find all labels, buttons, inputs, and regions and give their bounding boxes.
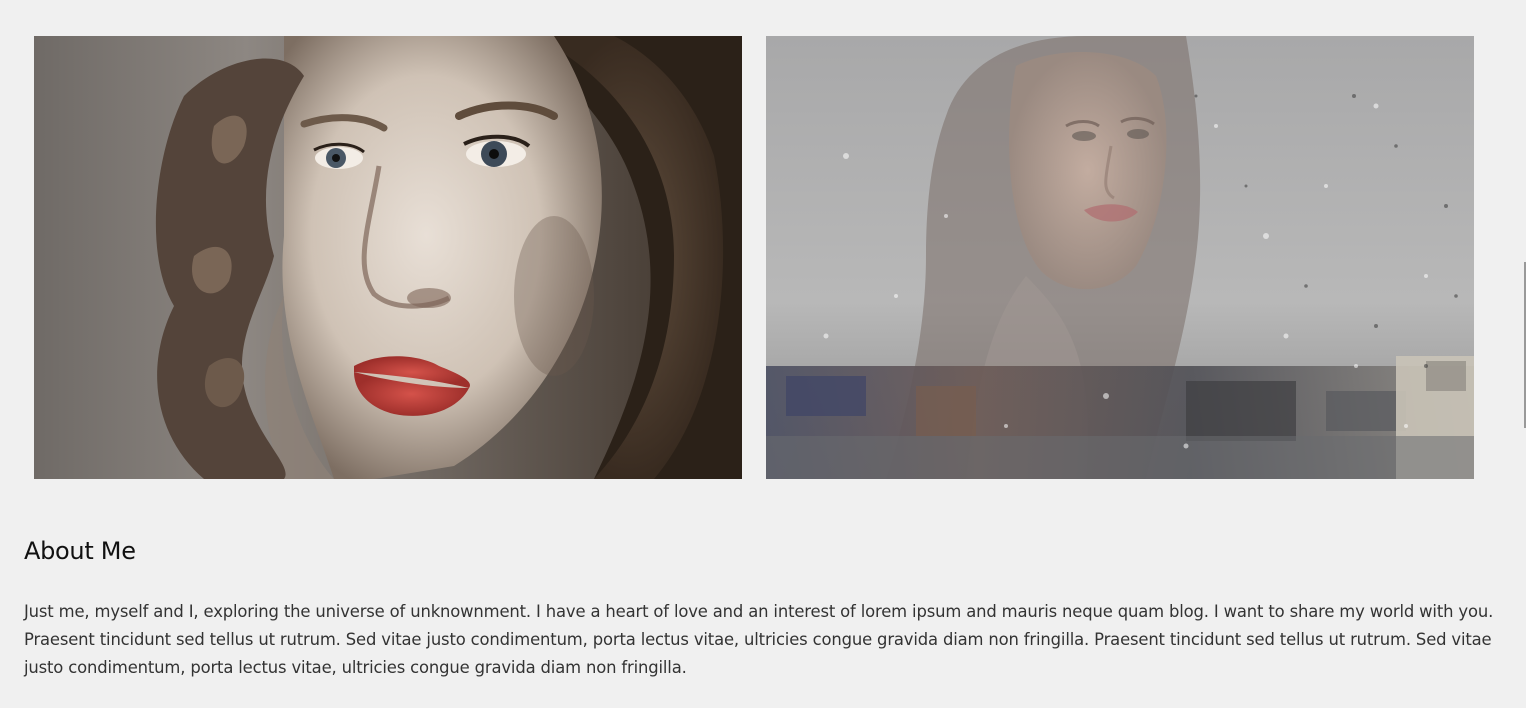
about-section: About Me Just me, myself and I, explorin… <box>24 534 1502 682</box>
page: About Me Just me, myself and I, explorin… <box>0 0 1526 708</box>
gallery-photo-portrait[interactable] <box>34 36 742 479</box>
about-title: About Me <box>24 537 136 565</box>
about-body: Just me, myself and I, exploring the uni… <box>24 602 1494 677</box>
gallery-photo-rainy-window[interactable] <box>766 36 1474 479</box>
rainy-window-image <box>766 36 1474 479</box>
portrait-image <box>34 36 742 479</box>
